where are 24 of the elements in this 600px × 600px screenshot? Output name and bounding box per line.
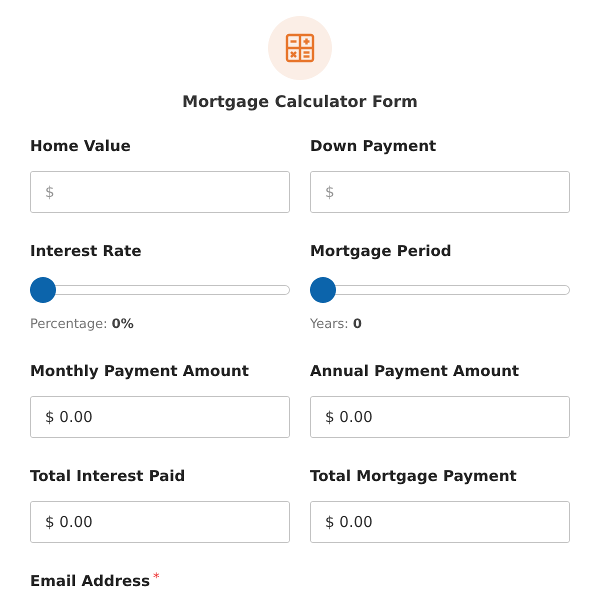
slider[interactable] xyxy=(310,277,570,303)
field-label: Interest Rate xyxy=(30,242,142,260)
slider-thumb[interactable] xyxy=(30,277,56,303)
input-field[interactable]: $ xyxy=(30,171,290,213)
field-label: Home Value xyxy=(30,137,131,155)
calculator-icon xyxy=(285,33,315,63)
field-label: Annual Payment Amount xyxy=(310,362,520,380)
slider-value: Years: 0 xyxy=(310,316,363,334)
field-label: Total Interest Paid xyxy=(30,466,186,484)
slider-thumb[interactable] xyxy=(310,277,336,303)
input-field[interactable]: $ 0.00 xyxy=(30,500,290,542)
input-field[interactable]: $ 0.00 xyxy=(310,500,570,542)
slider[interactable] xyxy=(30,277,290,303)
input-field[interactable]: $ xyxy=(310,171,570,213)
field-label: Down Payment xyxy=(310,137,436,155)
field-label: Monthly Payment Amount xyxy=(30,362,249,380)
input-field[interactable]: $ 0.00 xyxy=(310,396,570,438)
required-mark: * xyxy=(153,570,160,586)
form-title: Mortgage Calculator Form xyxy=(181,91,419,113)
slider-value: Percentage: 0% xyxy=(30,316,135,334)
field-label: Mortgage Period xyxy=(310,242,452,260)
input-field[interactable]: $ 0.00 xyxy=(30,396,290,438)
field-label: Total Mortgage Payment xyxy=(310,466,517,484)
field-label: Email Address xyxy=(30,572,150,590)
